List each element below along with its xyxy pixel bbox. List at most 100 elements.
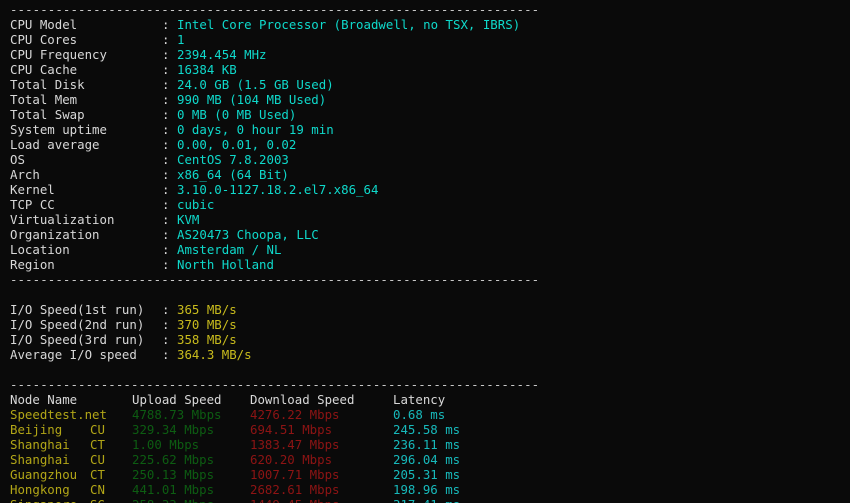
- separator-top: ----------------------------------------…: [10, 2, 540, 17]
- column-header-upload: Upload Speed: [132, 392, 222, 407]
- system-info-value: KVM: [177, 212, 200, 227]
- system-info-row: CPU Cache:16384 KB: [10, 62, 850, 77]
- io-speed-row: Average I/O speed:364.3 MB/s: [10, 347, 850, 362]
- speedtest-download: 620.20 Mbps: [250, 452, 333, 467]
- speedtest-upload: 329.34 Mbps: [132, 422, 215, 437]
- speedtest-node-name: Hongkong: [10, 482, 70, 497]
- colon-separator: :: [162, 347, 170, 362]
- io-speed-row: I/O Speed(3rd run):358 MB/s: [10, 332, 850, 347]
- system-info-label: Load average: [10, 137, 100, 152]
- speedtest-latency: 236.11 ms: [393, 437, 461, 452]
- speedtest-download: 1449.45 Mbps: [250, 497, 393, 503]
- system-info-row: OS: CentOS 7.8.2003: [10, 152, 850, 167]
- colon-separator: :: [162, 47, 170, 62]
- colon-separator: :: [162, 212, 170, 227]
- io-speed-value: 364.3 MB/s: [177, 347, 252, 362]
- blank-line-1: [10, 287, 850, 302]
- io-speed-value: 365 MB/s: [177, 302, 237, 317]
- speedtest-node-name: Singapore: [10, 497, 90, 503]
- system-info-value: 24.0 GB (1.5 GB Used): [177, 77, 334, 92]
- colon-separator: :: [162, 317, 170, 332]
- system-info-value: 3.10.0-1127.18.2.el7.x86_64: [177, 182, 379, 197]
- colon-separator: :: [162, 302, 170, 317]
- system-info-value: 2394.454 MHz: [177, 47, 267, 62]
- table-row: Speedtest.net 4788.73 Mbps 4276.22 Mbps 0.6…: [10, 407, 850, 422]
- speedtest-upload: 258.33 Mbps: [132, 497, 250, 503]
- speedtest-download: 1007.71 Mbps: [250, 467, 340, 482]
- speedtest-provider: CT: [90, 467, 105, 482]
- system-info-block: CPU Model: Intel Core Processor (Broadwel…: [10, 17, 850, 272]
- column-header-latency: Latency: [393, 392, 446, 407]
- system-info-row: Organization: AS20473 Choopa, LLC: [10, 227, 850, 242]
- table-row: Beijing CU 329.34 Mbps 694.51 Mbps 245.58 ms: [10, 422, 850, 437]
- colon-separator: :: [162, 167, 170, 182]
- speedtest-table: Node Name Upload Speed Download Speed Laten…: [10, 392, 850, 503]
- system-info-value: 990 MB (104 MB Used): [177, 92, 327, 107]
- system-info-value: 16384 KB: [177, 62, 237, 77]
- system-info-label: Virtualization: [10, 212, 115, 227]
- speedtest-upload: 250.13 Mbps: [132, 467, 215, 482]
- system-info-row: Kernel:3.10.0-1127.18.2.el7.x86_64: [10, 182, 850, 197]
- system-info-row: CPU Cores:1: [10, 32, 850, 47]
- system-info-label: Arch: [10, 167, 40, 182]
- system-info-value: AS20473 Choopa, LLC: [177, 227, 319, 242]
- io-speed-label: I/O Speed(3rd run): [10, 332, 145, 347]
- table-row: Hongkong CN 441.01 Mbps 2682.61 Mbps 198.96 …: [10, 482, 850, 497]
- system-info-label: CPU Model: [10, 17, 78, 32]
- colon-separator: :: [162, 107, 170, 122]
- speedtest-latency: 317.41 ms: [393, 497, 460, 503]
- io-speed-label: I/O Speed(2nd run): [10, 317, 145, 332]
- speedtest-upload: 441.01 Mbps: [132, 482, 215, 497]
- speedtest-latency: 296.04 ms: [393, 452, 461, 467]
- terminal-screen: ----------------------------------------…: [0, 0, 850, 503]
- system-info-row: Total Disk:24.0 GB (1.5 GB Used): [10, 77, 850, 92]
- column-header-node: Node Name: [10, 392, 78, 407]
- io-speed-row: I/O Speed(2nd run):370 MB/s: [10, 317, 850, 332]
- system-info-row: Region: North Holland: [10, 257, 850, 272]
- speedtest-download: 2682.61 Mbps: [250, 482, 340, 497]
- system-info-label: CPU Cache: [10, 62, 78, 77]
- speedtest-node-name: Shanghai: [10, 437, 70, 452]
- system-info-value: Amsterdam / NL: [177, 242, 282, 257]
- speedtest-latency: 0.68 ms: [393, 407, 446, 422]
- speedtest-latency: 198.96 ms: [393, 482, 461, 497]
- system-info-row: TCP CC: cubic: [10, 197, 850, 212]
- speedtest-node-name: Speedtest.net: [10, 407, 107, 422]
- colon-separator: :: [162, 227, 170, 242]
- separator-bottom: ----------------------------------------…: [10, 377, 540, 392]
- system-info-row: Load average:0.00, 0.01, 0.02: [10, 137, 850, 152]
- colon-separator: :: [162, 17, 170, 32]
- system-info-row: System uptime:0 days, 0 hour 19 min: [10, 122, 850, 137]
- speedtest-node-name: Guangzhou: [10, 467, 78, 482]
- blank-line-2: [10, 362, 850, 377]
- speedtest-download: 4276.22 Mbps: [250, 407, 340, 422]
- io-speed-row: I/O Speed(1st run):365 MB/s: [10, 302, 850, 317]
- colon-separator: :: [162, 32, 170, 47]
- system-info-label: Total Mem: [10, 92, 78, 107]
- colon-separator: :: [162, 182, 170, 197]
- io-speed-value: 370 MB/s: [177, 317, 237, 332]
- colon-separator: :: [162, 152, 170, 167]
- io-speed-label: I/O Speed(1st run): [10, 302, 145, 317]
- io-speed-block: I/O Speed(1st run):365 MB/s I/O Speed(2nd…: [10, 302, 850, 362]
- speedtest-upload: 4788.73 Mbps: [132, 407, 222, 422]
- terminal-window[interactable]: ----------------------------------------…: [0, 0, 850, 503]
- speedtest-provider: CN: [90, 482, 105, 497]
- speedtest-node-name: Shanghai: [10, 452, 70, 467]
- system-info-label: CPU Cores: [10, 32, 78, 47]
- system-info-row: Arch: x86_64 (64 Bit): [10, 167, 850, 182]
- colon-separator: :: [162, 62, 170, 77]
- system-info-value: cubic: [177, 197, 215, 212]
- colon-separator: :: [162, 92, 170, 107]
- system-info-value: x86_64 (64 Bit): [177, 167, 289, 182]
- table-row: SingaporeSG258.33 Mbps1449.45 Mbps317.41…: [10, 497, 850, 503]
- system-info-value: Intel Core Processor (Broadwell, no TSX,…: [177, 17, 521, 32]
- system-info-row: Total Mem:990 MB (104 MB Used): [10, 92, 850, 107]
- speedtest-download: 694.51 Mbps: [250, 422, 333, 437]
- speedtest-provider: CU: [90, 422, 105, 437]
- speedtest-latency: 205.31 ms: [393, 467, 461, 482]
- table-row: Guangzhou CT 250.13 Mbps 1007.71 Mbps 205.31…: [10, 467, 850, 482]
- system-info-label: TCP CC: [10, 197, 55, 212]
- table-row: Shanghai CU 225.62 Mbps 620.20 Mbps 296.04 m…: [10, 452, 850, 467]
- speedtest-provider: CU: [90, 452, 105, 467]
